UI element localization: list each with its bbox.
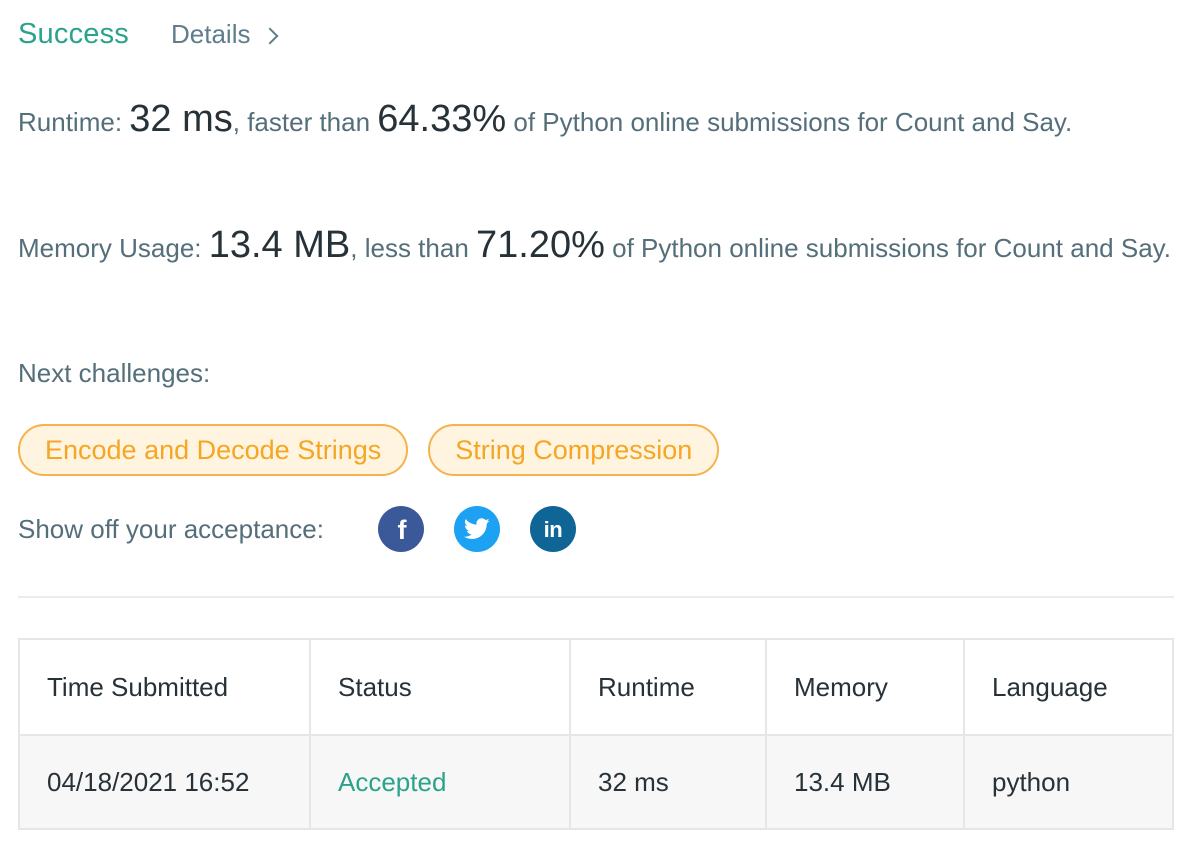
table-row: 04/18/2021 16:52 Accepted 32 ms 13.4 MB … [18,734,1174,830]
twitter-icon[interactable] [453,506,500,552]
cell-time: 04/18/2021 16:52 [18,734,311,830]
result-header: Success Details [18,18,279,51]
runtime-tail: of Python online submissions for Count a… [506,107,1073,137]
facebook-icon[interactable]: f [377,506,424,552]
runtime-label: Runtime: [18,107,130,137]
next-challenges-label: Next challenges: [18,358,211,388]
memory-mid: , less than [350,233,476,263]
chevron-right-icon [261,27,279,44]
column-header-language: Language [963,638,1174,736]
runtime-percent: 64.33% [377,98,507,140]
share-icons: f in [377,506,576,552]
memory-summary: Memory Usage: 13.4 MB, less than 71.20% … [18,224,1178,269]
next-challenges-list: Encode and Decode Strings String Compres… [18,424,720,476]
cell-language: python [963,734,1174,830]
runtime-summary: Runtime: 32 ms, faster than 64.33% of Py… [18,98,1178,143]
challenge-chip[interactable]: Encode and Decode Strings [18,424,409,476]
memory-percent: 71.20% [476,224,605,266]
cell-runtime: 32 ms [569,734,767,830]
runtime-mid: , faster than [232,107,378,137]
column-header-runtime: Runtime [569,638,767,736]
memory-label: Memory Usage: [18,233,209,263]
memory-tail: of Python online submissions for Count a… [604,233,1171,263]
share-label: Show off your acceptance: [18,513,324,544]
submissions-table: Time Submitted Status Runtime Memory Lan… [18,638,1174,830]
runtime-value: 32 ms [129,98,233,140]
divider [18,596,1174,598]
challenge-chip[interactable]: String Compression [428,424,720,476]
table-header-row: Time Submitted Status Runtime Memory Lan… [18,638,1174,736]
linkedin-icon[interactable]: in [529,506,576,552]
details-label: Details [171,19,251,49]
cell-memory: 13.4 MB [765,734,965,830]
cell-status-link[interactable]: Accepted [309,734,571,830]
share-row: Show off your acceptance: f in [18,506,576,552]
memory-value: 13.4 MB [208,224,351,266]
status-title: Success [18,18,129,50]
column-header-memory: Memory [765,638,965,736]
details-link[interactable]: Details [171,19,279,50]
column-header-status: Status [309,638,571,736]
column-header-time: Time Submitted [18,638,311,736]
